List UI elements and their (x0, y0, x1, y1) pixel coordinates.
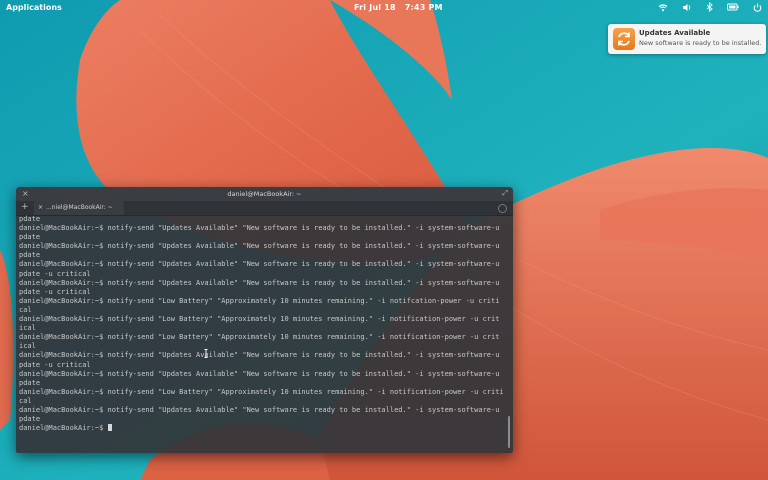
terminal-line: pdate -u critical (19, 287, 91, 296)
terminal-line: pdate -u critical (19, 360, 91, 369)
terminal-line: ical (19, 342, 36, 351)
power-icon[interactable] (753, 3, 762, 12)
applications-menu[interactable]: Applications (6, 3, 62, 12)
notification-title: Updates Available (639, 29, 711, 37)
battery-icon[interactable] (727, 3, 739, 11)
terminal-scrollbar[interactable] (508, 416, 510, 448)
terminal-line: daniel@MacBookAir:~$ notify-send "Update… (19, 278, 500, 287)
terminal-line: daniel@MacBookAir:~$ notify-send "Update… (19, 351, 500, 360)
terminal-line: daniel@MacBookAir:~$ notify-send "Low Ba… (19, 296, 500, 305)
terminal-tab[interactable]: × ...niel@MacBookAir: ~ (34, 201, 124, 215)
notification-body: New software is ready to be installed. (639, 39, 762, 47)
terminal-output[interactable]: pdate daniel@MacBookAir:~$ notify-send "U… (19, 215, 503, 451)
terminal-line: pdate -u critical (19, 269, 91, 278)
terminal-line: cal (19, 396, 32, 405)
terminal-prompt-line[interactable]: daniel@MacBookAir:~$ (19, 424, 503, 433)
system-tray (658, 2, 762, 12)
terminal-titlebar[interactable]: × daniel@MacBookAir: ~ ⤢ (16, 187, 513, 201)
window-title: daniel@MacBookAir: ~ (227, 190, 302, 198)
terminal-line: daniel@MacBookAir:~$ notify-send "Low Ba… (19, 315, 500, 324)
terminal-line: daniel@MacBookAir:~$ notify-send "Low Ba… (19, 387, 503, 396)
terminal-line: cal (19, 305, 32, 314)
terminal-line: daniel@MacBookAir:~$ notify-send "Update… (19, 369, 500, 378)
notification-bubble[interactable]: Updates Available New software is ready … (608, 24, 766, 54)
terminal-line: pdate (19, 215, 41, 223)
terminal-line: daniel@MacBookAir:~$ notify-send "Update… (19, 405, 500, 414)
terminal-tabbar: + × ...niel@MacBookAir: ~ (16, 201, 513, 216)
terminal-cursor (107, 424, 112, 432)
top-panel: Applications Fri Jul 18 7:43 PM (0, 0, 768, 16)
terminal-line: ical (19, 324, 36, 333)
terminal-line: pdate (19, 251, 41, 260)
terminal-prompt: daniel@MacBookAir:~$ (19, 424, 108, 433)
terminal-line: pdate (19, 415, 41, 424)
close-tab-icon[interactable]: × (38, 204, 43, 211)
terminal-line: daniel@MacBookAir:~$ notify-send "Update… (19, 224, 500, 233)
terminal-line: daniel@MacBookAir:~$ notify-send "Update… (19, 260, 500, 269)
tab-menu-icon[interactable] (498, 204, 507, 213)
panel-clock[interactable]: Fri Jul 18 7:43 PM (354, 3, 449, 12)
volume-icon[interactable] (682, 3, 692, 12)
terminal-line: pdate (19, 233, 41, 242)
maximize-icon[interactable]: ⤢ (502, 189, 508, 198)
terminal-window[interactable]: × daniel@MacBookAir: ~ ⤢ + × ...niel@Mac… (16, 187, 513, 453)
bluetooth-icon[interactable] (706, 2, 713, 12)
panel-time: 7:43 PM (404, 3, 443, 12)
network-wireless-icon[interactable] (658, 3, 668, 12)
system-software-update-icon (613, 28, 635, 50)
terminal-line: daniel@MacBookAir:~$ notify-send "Update… (19, 242, 500, 251)
terminal-line: daniel@MacBookAir:~$ notify-send "Low Ba… (19, 333, 500, 342)
tab-label: ...niel@MacBookAir: ~ (46, 204, 113, 211)
panel-date: Fri Jul 18 (354, 3, 396, 12)
text-cursor-icon (204, 349, 208, 358)
new-tab-button[interactable]: + (21, 202, 29, 212)
terminal-line: pdate (19, 378, 41, 387)
